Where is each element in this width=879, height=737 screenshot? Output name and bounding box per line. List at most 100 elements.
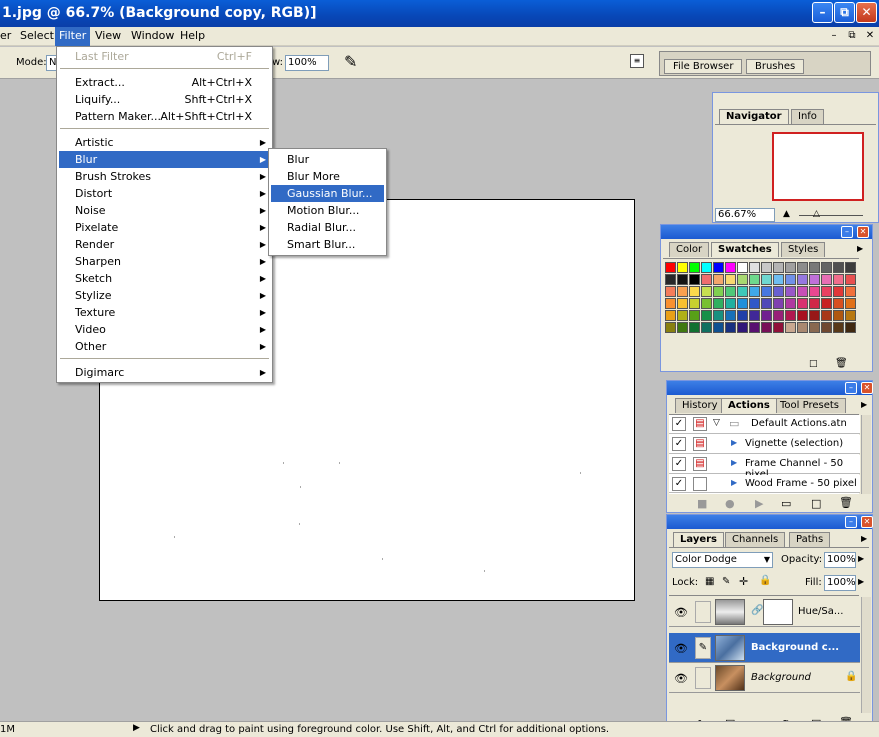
zoom-slider-thumb-icon[interactable]: △ <box>813 209 820 219</box>
color-swatch[interactable] <box>833 286 844 297</box>
menu-select[interactable]: Select <box>16 27 58 46</box>
layers-menu-icon[interactable]: ▶ <box>861 534 867 543</box>
menu-view[interactable]: View <box>91 27 125 46</box>
color-swatch[interactable] <box>749 310 760 321</box>
color-swatch[interactable] <box>701 274 712 285</box>
color-swatch[interactable] <box>713 274 724 285</box>
swatch-grid[interactable] <box>663 258 859 356</box>
menu-item-noise[interactable]: Noise ▶ <box>59 202 270 219</box>
color-swatch[interactable] <box>785 310 796 321</box>
minimize-button[interactable]: – <box>812 2 833 23</box>
color-swatch[interactable] <box>749 322 760 333</box>
menu-item-blur-more[interactable]: Blur More <box>271 168 384 185</box>
color-swatch[interactable] <box>821 322 832 333</box>
color-swatch[interactable] <box>689 298 700 309</box>
color-swatch[interactable] <box>821 286 832 297</box>
link-slot[interactable] <box>695 601 711 623</box>
new-action-icon[interactable]: □ <box>811 497 821 510</box>
tab-actions[interactable]: Actions <box>721 398 777 413</box>
layer-row-background[interactable]: 👁 Background 🔒 <box>669 663 860 693</box>
color-swatch[interactable] <box>809 274 820 285</box>
color-swatch[interactable] <box>773 298 784 309</box>
action-row[interactable]: ✓ ▤ ▶ Frame Channel - 50 pixel <box>669 455 860 480</box>
menu-item-smart-blur[interactable]: Smart Blur... <box>271 236 384 253</box>
layer-row-hue-saturation[interactable]: 👁 🔗 Hue/Sa... <box>669 597 860 627</box>
color-swatch[interactable] <box>713 310 724 321</box>
actions-close-button[interactable]: ✕ <box>861 382 873 394</box>
color-swatch[interactable] <box>773 286 784 297</box>
menu-item-radial-blur[interactable]: Radial Blur... <box>271 219 384 236</box>
status-arrow-icon[interactable]: ▶ <box>133 723 140 733</box>
menu-image[interactable]: er <box>0 27 15 46</box>
menu-item-render[interactable]: Render ▶ <box>59 236 270 253</box>
color-swatch[interactable] <box>797 286 808 297</box>
color-swatch[interactable] <box>725 298 736 309</box>
menu-item-blur-basic[interactable]: Blur <box>271 151 384 168</box>
eye-icon[interactable]: 👁 <box>674 606 688 619</box>
menu-item-blur[interactable]: Blur ▶ <box>59 151 270 168</box>
zoom-out-icon[interactable]: ▲ <box>783 209 790 219</box>
flow-field[interactable]: 100% <box>285 55 329 71</box>
menu-item-digimarc[interactable]: Digimarc ▶ <box>59 364 270 381</box>
layers-minimize-button[interactable]: – <box>845 516 857 528</box>
menu-item-stylize[interactable]: Stylize ▶ <box>59 287 270 304</box>
menu-item-extract[interactable]: Extract... Alt+Ctrl+X <box>59 74 270 91</box>
color-swatch[interactable] <box>797 322 808 333</box>
lock-position-icon[interactable]: ✛ <box>739 575 748 588</box>
tab-tool-presets[interactable]: Tool Presets <box>773 398 846 413</box>
color-swatch[interactable] <box>773 322 784 333</box>
fill-slider-icon[interactable]: ▶ <box>858 577 864 586</box>
menu-filter[interactable]: Filter <box>55 27 91 46</box>
color-swatch[interactable] <box>749 274 760 285</box>
actions-minimize-button[interactable]: – <box>845 382 857 394</box>
menu-item-artistic[interactable]: Artistic ▶ <box>59 134 270 151</box>
color-swatch[interactable] <box>677 274 688 285</box>
tab-color[interactable]: Color <box>669 242 710 257</box>
action-enable-check-icon[interactable]: ✓ <box>672 437 686 451</box>
color-swatch[interactable] <box>821 298 832 309</box>
collapse-arrow-icon[interactable]: ▶ <box>731 458 737 467</box>
color-swatch[interactable] <box>677 262 688 273</box>
blend-mode-select[interactable]: Color Dodge ▼ <box>672 552 773 568</box>
tab-swatches[interactable]: Swatches <box>711 242 779 257</box>
maximize-button[interactable]: ⧉ <box>834 2 855 23</box>
color-swatch[interactable] <box>701 310 712 321</box>
color-swatch[interactable] <box>761 298 772 309</box>
color-swatch[interactable] <box>737 310 748 321</box>
color-swatch[interactable] <box>833 310 844 321</box>
menu-item-distort[interactable]: Distort ▶ <box>59 185 270 202</box>
color-swatch[interactable] <box>689 310 700 321</box>
action-row[interactable]: ✓ ▤ ▶ Vignette (selection) <box>669 435 860 454</box>
menu-item-gaussian-blur[interactable]: Gaussian Blur... <box>271 185 384 202</box>
lock-all-icon[interactable]: 🔒 <box>759 575 771 586</box>
link-slot[interactable] <box>695 667 711 689</box>
action-row[interactable]: ✓ ▶ Wood Frame - 50 pixel <box>669 475 860 493</box>
color-swatch[interactable] <box>689 274 700 285</box>
fill-field[interactable]: 100% <box>824 575 856 591</box>
color-swatch[interactable] <box>809 310 820 321</box>
palette-well-icon[interactable]: ≡ <box>630 54 644 68</box>
color-swatch[interactable] <box>665 274 676 285</box>
action-dialog-icon[interactable]: ▤ <box>693 417 707 431</box>
color-swatch[interactable] <box>797 298 808 309</box>
color-swatch[interactable] <box>785 286 796 297</box>
trash-icon[interactable]: 🗑 <box>835 358 848 369</box>
color-swatch[interactable] <box>677 298 688 309</box>
color-swatch[interactable] <box>761 310 772 321</box>
layers-close-button[interactable]: ✕ <box>861 516 873 528</box>
expand-arrow-icon[interactable]: ▽ <box>713 418 720 428</box>
color-swatch[interactable] <box>665 322 676 333</box>
color-swatch[interactable] <box>677 286 688 297</box>
color-swatch[interactable] <box>773 262 784 273</box>
color-swatch[interactable] <box>701 298 712 309</box>
menu-item-pixelate[interactable]: Pixelate ▶ <box>59 219 270 236</box>
color-swatch[interactable] <box>833 322 844 333</box>
color-swatch[interactable] <box>737 274 748 285</box>
color-swatch[interactable] <box>773 310 784 321</box>
color-swatch[interactable] <box>665 310 676 321</box>
color-swatch[interactable] <box>689 322 700 333</box>
color-swatch[interactable] <box>821 262 832 273</box>
menu-item-pattern-maker[interactable]: Pattern Maker... Alt+Shft+Ctrl+X <box>59 108 270 125</box>
color-swatch[interactable] <box>701 262 712 273</box>
color-swatch[interactable] <box>677 310 688 321</box>
